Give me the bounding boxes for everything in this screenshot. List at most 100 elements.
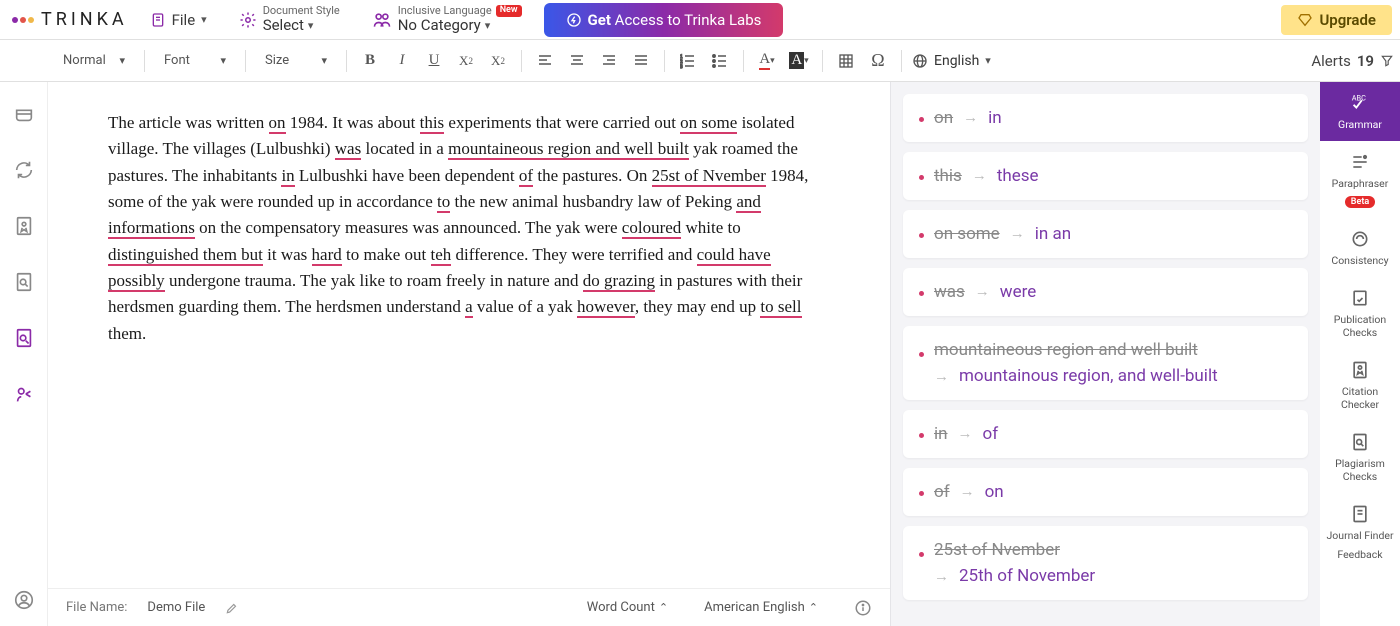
font-select[interactable]: Font▾ [155, 48, 235, 73]
chevron-down-icon: ▾ [985, 54, 991, 67]
inclusive-value: No Category [398, 17, 481, 34]
leftbar-certificate-icon[interactable] [12, 214, 36, 238]
leftbar-account-icon[interactable] [12, 588, 36, 612]
plagiarism-icon [1349, 431, 1371, 453]
gear-icon [239, 11, 257, 29]
inclusive-language-menu[interactable]: Inclusive Language New No Category ▾ [362, 1, 532, 38]
arrow-icon: → [963, 108, 978, 126]
status-bar: File Name: Demo File Word Count ⌃ Americ… [48, 588, 890, 626]
alert-original: mountaineous region and well built [934, 340, 1198, 360]
edit-icon[interactable] [225, 601, 239, 615]
alert-card[interactable]: 25st of Nvember →25th of November [903, 526, 1308, 600]
grammar-tab[interactable]: ABC Grammar [1320, 82, 1400, 141]
alert-card[interactable]: of → on [903, 468, 1308, 516]
word-count-button[interactable]: Word Count ⌃ [587, 600, 668, 615]
consistency-tab[interactable]: Consistency [1320, 218, 1400, 277]
alert-suggestion: mountainous region, and well-built [959, 366, 1218, 386]
text-color-button[interactable]: A▾ [754, 48, 780, 74]
alert-suggestion: in an [1035, 224, 1071, 244]
file-icon [150, 12, 166, 28]
alerts-panel: on → in this → these on some → in an was… [890, 82, 1320, 626]
align-center-button[interactable] [564, 48, 590, 74]
language-button[interactable]: English ▾ [912, 53, 991, 69]
citation-icon [1349, 359, 1371, 381]
file-menu[interactable]: File ▾ [140, 7, 217, 33]
language-variant-button[interactable]: American English ⌃ [704, 600, 818, 615]
logo-text: TRINKA [41, 9, 128, 30]
paraphraser-icon [1349, 151, 1371, 173]
subscript-button[interactable]: X2 [453, 48, 479, 74]
arrow-icon: → [972, 166, 987, 184]
feedback-tab[interactable]: Feedback [1320, 538, 1400, 571]
logo[interactable]: TRINKA [8, 9, 128, 30]
alerts-indicator[interactable]: Alerts 19 [1311, 52, 1394, 70]
align-justify-button[interactable] [628, 48, 654, 74]
leftbar-share-icon[interactable] [12, 382, 36, 406]
trinka-labs-button[interactable]: Get Access to Trinka Labs [544, 3, 784, 37]
globe-icon [912, 53, 928, 69]
italic-button[interactable]: I [389, 48, 415, 74]
superscript-button[interactable]: X2 [485, 48, 511, 74]
chevron-down-icon: ▾ [201, 13, 207, 26]
highlight-button[interactable]: A▾ [786, 48, 812, 74]
info-icon[interactable] [854, 599, 872, 617]
alert-original: of [934, 482, 950, 502]
left-sidebar [0, 82, 48, 626]
alert-card[interactable]: in → of [903, 410, 1308, 458]
diamond-icon [1297, 12, 1313, 28]
align-left-button[interactable] [532, 48, 558, 74]
style-select[interactable]: Normal▾ [54, 48, 134, 73]
table-button[interactable] [833, 48, 859, 74]
svg-text:ABC: ABC [1352, 93, 1366, 102]
alert-card[interactable]: this → these [903, 152, 1308, 200]
special-char-button[interactable]: Ω [865, 48, 891, 74]
alert-suggestion: were [1000, 282, 1036, 302]
leftbar-review-icon[interactable] [12, 326, 36, 350]
citation-checker-tab[interactable]: Citation Checker [1320, 349, 1400, 421]
leftbar-sync-icon[interactable] [12, 158, 36, 182]
alert-card[interactable]: mountaineous region and well built →moun… [903, 326, 1308, 400]
alert-original: in [934, 424, 948, 444]
labs-text: Get Access to Trinka Labs [588, 11, 762, 29]
beta-badge: Beta [1345, 196, 1375, 208]
chevron-down-icon: ▾ [308, 20, 314, 32]
alert-suggestion: in [988, 108, 1002, 128]
arrow-icon: → [934, 567, 949, 585]
consistency-icon [1349, 228, 1371, 250]
alert-suggestion: these [997, 166, 1039, 186]
journal-icon [1349, 503, 1371, 525]
align-right-button[interactable] [596, 48, 622, 74]
new-badge: New [496, 5, 522, 17]
size-select[interactable]: Size▾ [256, 48, 336, 73]
alert-card[interactable]: was → were [903, 268, 1308, 316]
editor-wrap: The article was written on 1984. It was … [48, 82, 890, 626]
underline-button[interactable]: U [421, 48, 447, 74]
plagiarism-checks-tab[interactable]: Plagiarism Checks [1320, 421, 1400, 493]
leftbar-search-doc-icon[interactable] [12, 270, 36, 294]
header: TRINKA File ▾ Document Style Select ▾ In… [0, 0, 1400, 40]
alert-original: was [934, 282, 965, 302]
paraphraser-tab[interactable]: Paraphraser Beta [1320, 141, 1400, 218]
editor[interactable]: The article was written on 1984. It was … [48, 82, 890, 588]
file-label: File [172, 11, 196, 29]
arrow-icon: → [975, 282, 990, 300]
filter-icon [1380, 54, 1394, 68]
alert-original: on some [934, 224, 1000, 244]
ordered-list-button[interactable]: 123 [675, 48, 701, 74]
unordered-list-button[interactable] [707, 48, 733, 74]
alert-original: on [934, 108, 953, 128]
alert-card[interactable]: on some → in an [903, 210, 1308, 258]
document-style-menu[interactable]: Document Style Select ▾ [229, 1, 350, 38]
formatting-toolbar: Normal▾ Font▾ Size▾ B I U X2 X2 123 A▾ A… [0, 40, 1400, 82]
alert-card[interactable]: on → in [903, 94, 1308, 142]
upgrade-button[interactable]: Upgrade [1281, 5, 1392, 35]
file-name: Demo File [147, 600, 205, 615]
publication-checks-tab[interactable]: Publication Checks [1320, 277, 1400, 349]
alert-suggestion: 25th of November [959, 566, 1095, 586]
bold-button[interactable]: B [357, 48, 383, 74]
publication-icon [1349, 287, 1371, 309]
alert-suggestion: on [985, 482, 1004, 502]
chevron-down-icon: ▾ [485, 20, 491, 32]
leftbar-tray-icon[interactable] [12, 102, 36, 126]
right-sidebar: ABC Grammar Paraphraser Beta Consistency… [1320, 82, 1400, 626]
